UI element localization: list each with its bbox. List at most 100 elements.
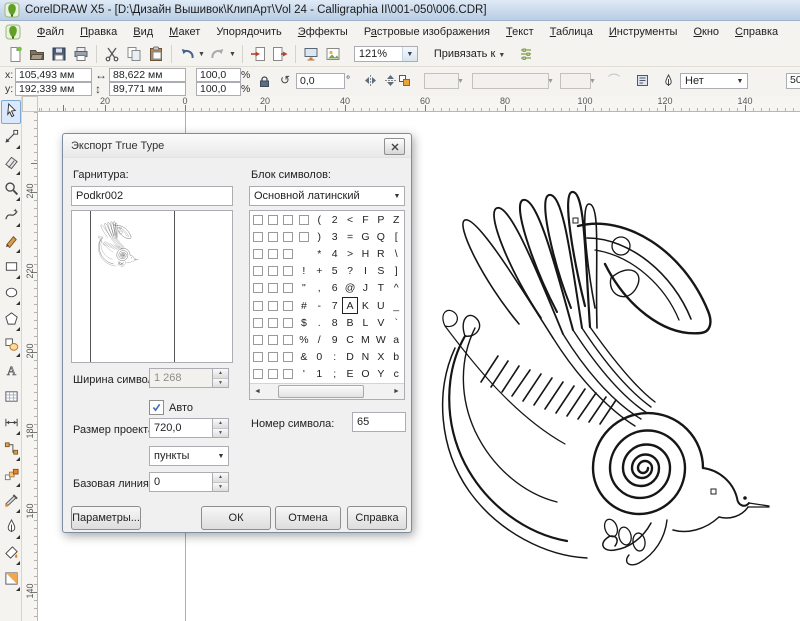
menu-12[interactable]: Справка [727, 23, 786, 41]
object-size-icon[interactable] [398, 74, 411, 89]
shape-tool[interactable] [1, 126, 21, 150]
grid-cell[interactable]: 3 [327, 228, 342, 245]
symbol-block-combo[interactable]: Основной латинский ▼ [249, 186, 405, 206]
grid-cell[interactable] [281, 245, 296, 262]
snap-options-icon[interactable] [515, 44, 537, 65]
grid-cell[interactable]: N [358, 349, 373, 366]
mirror-horizontal-icon[interactable] [364, 74, 377, 89]
zoom-level-combo[interactable]: 121% ▼ [354, 46, 418, 62]
horizontal-ruler[interactable]: 20020406080100120140 [38, 96, 800, 112]
dialog-title-bar[interactable]: Экспорт True Type [63, 134, 411, 158]
grid-cell[interactable] [250, 211, 265, 228]
chevron-down-icon[interactable]: ▼ [390, 187, 404, 205]
grid-cell[interactable]: / [312, 331, 327, 348]
grid-cell[interactable] [281, 366, 296, 383]
grid-cell[interactable]: L [358, 314, 373, 331]
scale-x-field[interactable]: 100,0 [196, 68, 241, 82]
cancel-button[interactable]: Отмена [275, 506, 341, 530]
grid-cell[interactable] [265, 211, 280, 228]
grid-cell[interactable]: ) [312, 228, 327, 245]
grid-cell[interactable] [250, 366, 265, 383]
chevron-down-icon[interactable]: ▼ [402, 47, 417, 61]
pick-tool[interactable] [1, 100, 21, 124]
grid-cell[interactable]: S [373, 263, 388, 280]
grid-cell[interactable]: ( [312, 211, 327, 228]
grid-cell[interactable]: Z [389, 211, 404, 228]
grid-cell[interactable]: Y [373, 366, 388, 383]
scale-y-field[interactable]: 100,0 [196, 82, 241, 96]
grid-cell[interactable]: ^ [389, 280, 404, 297]
undo-dropdown-icon[interactable]: ▼ [198, 51, 205, 58]
grid-cell[interactable]: O [358, 366, 373, 383]
grid-cell[interactable]: U [373, 297, 388, 314]
menu-9[interactable]: Таблица [542, 23, 601, 41]
cut-button[interactable] [101, 44, 123, 65]
scrollbar-thumb[interactable] [278, 385, 364, 398]
import-button[interactable] [247, 44, 269, 65]
grid-cell[interactable]: % [296, 331, 311, 348]
grid-cell[interactable]: * [312, 245, 327, 262]
grid-cell[interactable]: J [358, 280, 373, 297]
blend-tool[interactable] [1, 464, 21, 488]
grid-cell[interactable]: - [312, 297, 327, 314]
grid-cell[interactable] [250, 297, 265, 314]
grid-cell[interactable] [281, 314, 296, 331]
clipped-right-field[interactable]: 50 [786, 73, 800, 89]
grid-cell[interactable] [296, 228, 311, 245]
grid-cell[interactable]: X [373, 349, 388, 366]
spin-down-icon[interactable]: ▼ [213, 428, 228, 438]
print-button[interactable] [70, 44, 92, 65]
grid-cell[interactable]: 1 [312, 366, 327, 383]
grid-cell[interactable] [296, 245, 311, 262]
spin-up-icon[interactable]: ▲ [213, 473, 228, 482]
grid-cell[interactable]: Q [373, 228, 388, 245]
grid-cell[interactable]: 9 [327, 331, 342, 348]
baseline-spinner[interactable]: 0 ▲▼ [149, 472, 229, 492]
units-combo[interactable]: пункты ▼ [149, 446, 229, 466]
grid-cell[interactable]: D [342, 349, 357, 366]
text-tool[interactable]: A [1, 360, 21, 384]
polygon-tool[interactable] [1, 308, 21, 332]
grid-cell[interactable]: 2 [327, 211, 342, 228]
grid-cell[interactable]: T [373, 280, 388, 297]
grid-cell[interactable]: 8 [327, 314, 342, 331]
mirror-vertical-icon[interactable] [384, 74, 397, 89]
dimension-tool[interactable] [1, 412, 21, 436]
grid-cell[interactable]: B [342, 314, 357, 331]
grid-cell[interactable] [281, 280, 296, 297]
grid-cell[interactable] [281, 263, 296, 280]
chevron-down-icon[interactable]: ▼ [733, 74, 747, 88]
paste-button[interactable] [145, 44, 167, 65]
menu-6[interactable]: Эффекты [290, 23, 356, 41]
grid-cell[interactable] [250, 331, 265, 348]
grid-cell[interactable] [281, 211, 296, 228]
export-button[interactable] [269, 44, 291, 65]
spin-up-icon[interactable]: ▲ [213, 419, 228, 428]
grid-cell[interactable] [265, 331, 280, 348]
grid-cell[interactable]: . [312, 314, 327, 331]
grid-cell[interactable]: " [296, 280, 311, 297]
grid-cell[interactable]: + [312, 263, 327, 280]
dialog-close-button[interactable] [384, 138, 405, 155]
grid-cell[interactable]: R [373, 245, 388, 262]
welcome-screen-button[interactable] [322, 44, 344, 65]
grid-cell[interactable] [296, 211, 311, 228]
grid-cell[interactable]: 0 [312, 349, 327, 366]
copy-button[interactable] [123, 44, 145, 65]
grid-cell[interactable] [265, 366, 280, 383]
menu-4[interactable]: Макет [161, 23, 208, 41]
grid-cell[interactable] [250, 349, 265, 366]
grid-cell[interactable]: H [358, 245, 373, 262]
grid-cell[interactable]: C [342, 331, 357, 348]
menu-1[interactable]: Файл [29, 23, 72, 41]
text-wrap-icon[interactable] [636, 74, 649, 89]
ruler-origin-box[interactable] [22, 96, 38, 112]
redo-button[interactable] [207, 44, 229, 65]
rectangle-tool[interactable] [1, 256, 21, 280]
grid-cell[interactable]: I [358, 263, 373, 280]
grid-cell[interactable] [250, 280, 265, 297]
menu-7[interactable]: Растровые изображения [356, 23, 498, 41]
grid-cell[interactable] [281, 349, 296, 366]
grid-cell[interactable] [250, 245, 265, 262]
redo-dropdown-icon[interactable]: ▼ [229, 51, 236, 58]
